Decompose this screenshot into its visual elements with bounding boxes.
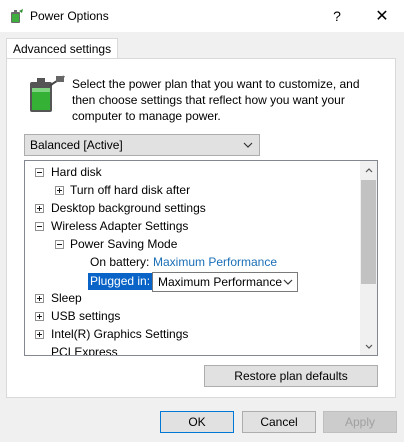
tab-advanced-settings[interactable]: Advanced settings [6,38,119,59]
collapse-icon[interactable] [35,168,44,177]
restore-plan-defaults-button[interactable]: Restore plan defaults [204,365,378,387]
ok-button[interactable]: OK [160,411,234,433]
power-options-icon [11,9,23,23]
tree-item-sleep[interactable]: Sleep [51,289,82,307]
tree-item-turn-off-hard-disk[interactable]: Turn off hard disk after [70,181,190,199]
chevron-down-icon [280,273,296,291]
help-button[interactable]: ? [322,0,352,32]
window-title: Power Options [30,9,109,23]
expand-icon[interactable] [35,312,44,321]
tree-item-power-saving-mode[interactable]: Power Saving Mode [70,235,177,253]
description-text: Select the power plan that you want to c… [72,77,360,123]
battery-icon [30,75,65,112]
tree-item-hard-disk[interactable]: Hard disk [51,163,102,181]
tree-clip: PCI Express [25,343,359,355]
tree-item-pci-express[interactable]: PCI Express [51,343,118,355]
tree-item-intel-graphics[interactable]: Intel(R) Graphics Settings [51,325,188,343]
close-button[interactable]: ✕ [362,0,402,32]
tree-item-usb-settings[interactable]: USB settings [51,307,120,325]
expand-icon[interactable] [55,186,64,195]
on-battery-value-link[interactable]: Maximum Performance [153,253,277,271]
tree-item-wireless-adapter[interactable]: Wireless Adapter Settings [51,217,188,235]
plugged-in-select-value: Maximum Performance [158,275,283,289]
expand-icon[interactable] [35,294,44,303]
scrollbar-thumb[interactable] [361,180,376,284]
collapse-icon[interactable] [35,222,44,231]
plugged-in-label: Plugged in: [88,273,153,290]
plan-select-value: Balanced [Active] [30,138,123,152]
collapse-icon[interactable] [55,240,64,249]
cancel-button[interactable]: Cancel [242,411,316,433]
chevron-down-icon [240,136,256,154]
apply-button[interactable]: Apply [323,411,397,433]
expand-icon[interactable] [35,204,44,213]
expand-icon[interactable] [35,330,44,339]
scroll-down-icon[interactable] [362,340,375,352]
tree-item-desktop-background[interactable]: Desktop background settings [51,199,206,217]
scroll-up-icon[interactable] [362,164,375,176]
tree-item-on-battery-label: On battery: [90,255,150,269]
